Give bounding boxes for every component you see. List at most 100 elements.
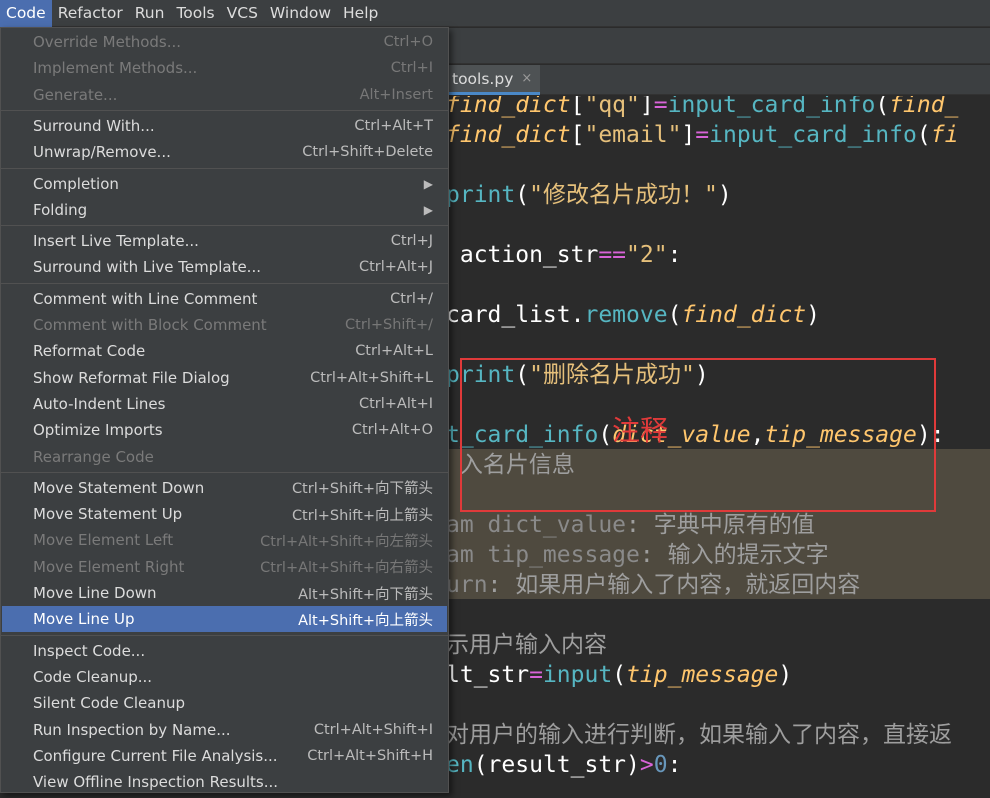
menu-item-view-offline-inspection-results[interactable]: View Offline Inspection Results... bbox=[2, 769, 447, 795]
menu-item-shortcut: Ctrl+Alt+T bbox=[354, 117, 433, 134]
menu-item-shortcut: Ctrl+Shift+Delete bbox=[302, 144, 433, 161]
menu-item-auto-indent-lines[interactable]: Auto-Indent Lines Ctrl+Alt+I bbox=[2, 391, 447, 417]
menu-separator bbox=[1, 225, 448, 227]
menu-item-move-statement-down[interactable]: Move Statement Down Ctrl+Shift+向下箭头 bbox=[2, 475, 447, 501]
code-token: : bbox=[667, 752, 682, 778]
code-line: am tip_message: 输入的提示文字 bbox=[446, 540, 829, 570]
code-token: ( bbox=[612, 662, 627, 688]
code-token: > bbox=[639, 752, 654, 778]
menu-bar: Code Refactor Run Tools VCS Window Help bbox=[0, 0, 990, 27]
code-token: : 输入的提示文字 bbox=[639, 542, 829, 568]
menu-item-silent-code-cleanup[interactable]: Silent Code Cleanup bbox=[2, 690, 447, 716]
code-token: = bbox=[653, 96, 668, 118]
code-token: urn bbox=[446, 572, 488, 598]
code-token: find_ bbox=[889, 96, 959, 118]
menu-item-label: Folding bbox=[33, 200, 88, 219]
menubar-item-code[interactable]: Code bbox=[0, 0, 52, 27]
menubar-item-run[interactable]: Run bbox=[129, 0, 171, 27]
code-token: [ bbox=[570, 122, 585, 148]
code-token: find_dict bbox=[446, 96, 571, 118]
menu-item-implement-methods: Implement Methods... Ctrl+I bbox=[2, 55, 447, 81]
menu-item-optimize-imports[interactable]: Optimize Imports Ctrl+Alt+O bbox=[2, 417, 447, 443]
menu-item-label: Surround with Live Template... bbox=[33, 258, 261, 277]
menu-item-label: Run Inspection by Name... bbox=[33, 720, 231, 739]
code-token: find_dict bbox=[681, 302, 807, 328]
menubar-item-help[interactable]: Help bbox=[337, 0, 384, 27]
menu-item-label: Insert Live Template... bbox=[33, 232, 199, 251]
menu-item-override-methods: Override Methods... Ctrl+O bbox=[2, 29, 447, 55]
code-line: 示用户输入内容 bbox=[446, 630, 607, 660]
menu-item-label: Implement Methods... bbox=[33, 59, 198, 78]
menu-item-show-reformat-file-dialog[interactable]: Show Reformat File Dialog Ctrl+Alt+Shift+… bbox=[2, 365, 447, 391]
menu-item-move-statement-up[interactable]: Move Statement Up Ctrl+Shift+向上箭头 bbox=[2, 501, 447, 527]
code-line: find_dict["email"]=input_card_info(fi bbox=[446, 120, 958, 150]
menu-item-comment-with-block-comment: Comment with Block Comment Ctrl+Shift+/ bbox=[2, 312, 447, 338]
code-token: input bbox=[542, 662, 613, 688]
close-icon[interactable]: × bbox=[521, 71, 532, 86]
menu-item-surround-with-live-template[interactable]: Surround with Live Template... Ctrl+Alt+J bbox=[2, 254, 447, 280]
menu-item-label: Move Line Up bbox=[33, 610, 135, 629]
annotation-box bbox=[460, 358, 936, 512]
submenu-arrow-icon: ▶ bbox=[423, 202, 433, 217]
menu-item-label: Unwrap/Remove... bbox=[33, 143, 171, 162]
code-token: "email" bbox=[584, 122, 682, 148]
code-line: am dict_value: 字典中原有的值 bbox=[446, 510, 815, 540]
menubar-item-refactor[interactable]: Refactor bbox=[52, 0, 129, 27]
menu-item-code-cleanup[interactable]: Code Cleanup... bbox=[2, 664, 447, 690]
code-token: 示用户输入内容 bbox=[446, 632, 607, 658]
code-token: "2" bbox=[626, 242, 668, 268]
menu-item-shortcut: Ctrl+I bbox=[390, 60, 433, 77]
editor-tab-tools-py[interactable]: tools.py × bbox=[440, 65, 541, 95]
submenu-arrow-icon: ▶ bbox=[423, 176, 433, 191]
menu-item-label: Generate... bbox=[33, 85, 118, 104]
menu-item-move-line-up[interactable]: Move Line Up Alt+Shift+向上箭头 bbox=[2, 606, 447, 633]
code-token: "修改名片成功！" bbox=[529, 182, 718, 208]
code-token: 0 bbox=[653, 752, 668, 778]
menu-item-label: Move Element Left bbox=[33, 531, 174, 550]
menu-item-reformat-code[interactable]: Reformat Code Ctrl+Alt+L bbox=[2, 338, 447, 364]
code-line: card_list.remove(find_dict) bbox=[446, 300, 820, 330]
code-token: : bbox=[667, 242, 682, 268]
menubar-item-vcs[interactable]: VCS bbox=[221, 0, 264, 27]
code-token: "qq" bbox=[584, 96, 640, 118]
code-token: fi bbox=[930, 122, 959, 148]
menu-item-label: Comment with Line Comment bbox=[33, 289, 258, 308]
menu-item-comment-with-line-comment[interactable]: Comment with Line Comment Ctrl+/ bbox=[2, 286, 447, 312]
code-token: == bbox=[598, 242, 627, 268]
menu-item-label: View Offline Inspection Results... bbox=[33, 773, 279, 792]
code-token: : 如果用户输入了内容，就返回内容 bbox=[487, 572, 861, 598]
menubar-item-tools[interactable]: Tools bbox=[170, 0, 220, 27]
menu-item-shortcut: Ctrl+/ bbox=[390, 290, 433, 307]
code-token: am tip_message bbox=[446, 542, 640, 568]
code-line: find_dict["qq"]=input_card_info(find_ bbox=[446, 96, 958, 120]
menu-item-shortcut: Alt+Shift+向下箭头 bbox=[298, 586, 433, 603]
menu-item-folding[interactable]: Folding ▶ bbox=[2, 197, 447, 223]
menu-item-completion[interactable]: Completion ▶ bbox=[2, 171, 447, 197]
code-token: input_card_info bbox=[667, 96, 876, 118]
menu-item-label: Move Statement Up bbox=[33, 505, 183, 524]
menu-item-shortcut: Ctrl+Alt+O bbox=[351, 422, 433, 439]
menu-item-rearrange-code: Rearrange Code bbox=[2, 444, 447, 470]
menu-item-shortcut: Ctrl+Shift+向下箭头 bbox=[291, 481, 433, 498]
menu-item-shortcut: Ctrl+Alt+Shift+向左箭头 bbox=[260, 533, 433, 550]
menu-item-surround-with[interactable]: Surround With... Ctrl+Alt+T bbox=[2, 113, 447, 139]
menu-item-move-element-right: Move Element Right Ctrl+Alt+Shift+向右箭头 bbox=[2, 554, 447, 580]
code-token: remove bbox=[584, 302, 668, 328]
menu-item-move-line-down[interactable]: Move Line Down Alt+Shift+向下箭头 bbox=[2, 580, 447, 606]
menu-item-insert-live-template[interactable]: Insert Live Template... Ctrl+J bbox=[2, 228, 447, 254]
code-line: action_str=="2": bbox=[446, 240, 682, 270]
menu-item-shortcut: Ctrl+Alt+Shift+H bbox=[307, 747, 433, 764]
menu-item-shortcut: Alt+Shift+向上箭头 bbox=[298, 612, 433, 629]
code-token: lt_str bbox=[446, 662, 530, 688]
menu-item-run-inspection-by-name[interactable]: Run Inspection by Name... Ctrl+Alt+Shift+… bbox=[2, 717, 447, 743]
menu-item-label: Completion bbox=[33, 174, 119, 193]
menu-item-shortcut: Ctrl+Alt+Shift+I bbox=[313, 721, 433, 738]
menu-item-unwrap-remove[interactable]: Unwrap/Remove... Ctrl+Shift+Delete bbox=[2, 139, 447, 165]
menu-item-configure-current-file-analysis[interactable]: Configure Current File Analysis... Ctrl+A… bbox=[2, 743, 447, 769]
code-token: ) bbox=[717, 182, 732, 208]
code-token: ) bbox=[778, 662, 793, 688]
menubar-item-window[interactable]: Window bbox=[264, 0, 337, 27]
menu-item-inspect-code[interactable]: Inspect Code... bbox=[2, 638, 447, 664]
menu-item-generate: Generate... Alt+Insert bbox=[2, 82, 447, 108]
menu-item-label: Optimize Imports bbox=[33, 421, 163, 440]
